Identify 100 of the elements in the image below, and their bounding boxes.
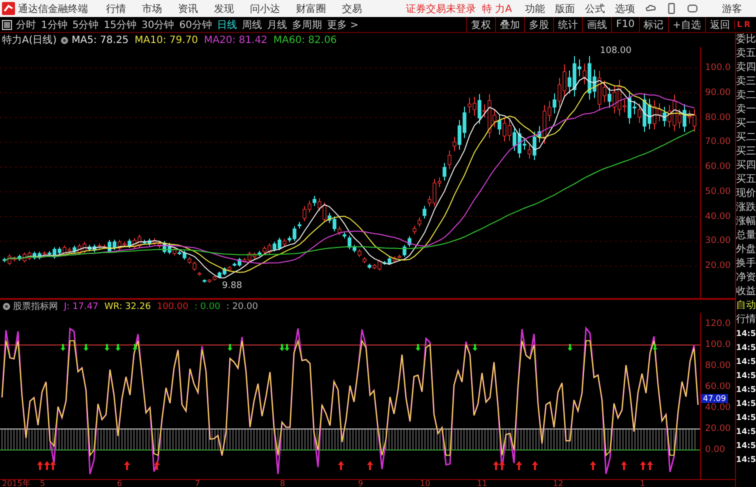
trade-time: 14:5 xyxy=(736,370,756,382)
chart-title: 特力A(日线) xyxy=(2,34,57,47)
period-tab[interactable]: 日线 xyxy=(216,18,237,32)
date-label: 2015年 xyxy=(2,480,30,487)
period-tab[interactable]: 60分钟 xyxy=(179,18,212,32)
indicator-value: J: 17.47 xyxy=(64,302,98,312)
auto-label[interactable]: 自动 xyxy=(736,299,756,313)
quote-label: 买三 xyxy=(736,145,756,159)
trade-time: 14:5 xyxy=(736,426,756,438)
current-value-label: 47.09 xyxy=(701,394,728,402)
toolbar-button[interactable]: 复权 xyxy=(466,17,496,32)
toolbar-button[interactable]: 画线 xyxy=(582,17,612,32)
ma-legend-value: MA10: 79.70 xyxy=(134,34,198,46)
quote-label: 委比 xyxy=(736,33,756,47)
axis-label: 40.00 xyxy=(705,403,731,413)
panel-toggle-icon[interactable] xyxy=(2,20,12,30)
axis-label: 20.00 xyxy=(705,424,731,434)
stock-name: 特 力A xyxy=(482,2,512,16)
cloud-icon[interactable] xyxy=(645,3,656,14)
axis-label: 100.0 xyxy=(705,63,731,73)
trade-time: 14:5 xyxy=(736,398,756,410)
period-tab[interactable]: 多周期 xyxy=(292,18,322,32)
axis-label: 90.00 xyxy=(705,88,731,98)
message-icon[interactable] xyxy=(687,3,698,14)
trade-time: 14:5 xyxy=(736,356,756,368)
period-tab[interactable]: 分时 xyxy=(16,18,36,32)
section-label[interactable]: 行情 xyxy=(736,313,756,327)
low-price-label: 9.88 xyxy=(222,281,242,291)
toolbar-button[interactable]: 返回 xyxy=(705,17,734,32)
indicator-name: 股票指标网 xyxy=(13,300,58,313)
quote-label: 卖五 xyxy=(736,47,756,61)
menu-item[interactable]: 发现 xyxy=(214,2,234,16)
period-tab[interactable]: 月线 xyxy=(266,18,287,32)
quote-label: 卖一 xyxy=(736,103,756,117)
phone-icon[interactable] xyxy=(666,3,677,14)
toolbar-button[interactable]: 统计 xyxy=(553,17,582,32)
axis-label: 40.00 xyxy=(705,212,731,222)
axis-label: 0.00 xyxy=(705,445,726,455)
quote-label: 外盘 xyxy=(736,243,756,257)
axis-label: 30.00 xyxy=(705,236,731,246)
toolbar-button[interactable]: 多股 xyxy=(524,17,554,32)
app-logo-icon[interactable] xyxy=(2,2,15,15)
axis-label: 60.00 xyxy=(705,382,731,392)
axis-label: 80.00 xyxy=(705,361,731,371)
period-tab[interactable]: 1分钟 xyxy=(41,18,68,32)
period-tab[interactable]: 15分钟 xyxy=(104,18,136,32)
trade-time: 14:5 xyxy=(736,342,756,354)
date-label: 11 xyxy=(477,480,488,487)
quote-label: 净资 xyxy=(736,271,756,285)
quote-label: 卖二 xyxy=(736,89,756,103)
period-tab[interactable]: 5分钟 xyxy=(72,18,99,32)
menu-item[interactable]: 版面 xyxy=(555,2,575,16)
quote-label: 买一 xyxy=(736,117,756,131)
menu-item[interactable]: 问小达 xyxy=(250,2,280,16)
date-label: 10 xyxy=(420,480,430,487)
indicator-value: : 20.00 xyxy=(226,302,258,312)
indicator-value: : 0.00 xyxy=(194,302,220,312)
quote-label: 买二 xyxy=(736,131,756,145)
period-tab[interactable]: 周线 xyxy=(242,18,262,32)
ma-legend-value: MA5: 78.25 xyxy=(72,34,129,46)
quote-label: 涨幅 xyxy=(736,215,756,229)
axis-label: 20.00 xyxy=(705,261,731,271)
side-switch-right[interactable]: R xyxy=(744,20,750,29)
quote-label: 总量 xyxy=(736,229,756,243)
trade-time: 14:5 xyxy=(736,440,756,452)
date-label: 8 xyxy=(280,480,286,487)
side-switch-left[interactable]: L xyxy=(737,20,742,29)
axis-label: 100.0 xyxy=(705,340,731,350)
menu-item[interactable]: 交易 xyxy=(342,2,362,16)
menu-item[interactable]: 公式 xyxy=(585,2,605,16)
menu-item[interactable]: 行情 xyxy=(106,2,126,16)
toolbar-button[interactable]: 标记 xyxy=(638,17,668,32)
quote-label: 换手 xyxy=(736,257,756,271)
toolbar-button[interactable]: 叠加 xyxy=(495,17,524,32)
settings-icon[interactable] xyxy=(60,36,69,44)
menu-item[interactable]: 选项 xyxy=(615,2,635,16)
ma-legend-value: MA20: 81.42 xyxy=(204,34,268,46)
period-tab[interactable]: 更多 > xyxy=(326,18,359,32)
user-name[interactable]: 游客 xyxy=(722,2,742,16)
date-label: 1 xyxy=(640,480,646,487)
quote-label: 卖三 xyxy=(736,75,756,89)
toolbar-button[interactable]: +自选 xyxy=(668,17,705,32)
period-tab[interactable]: 30分钟 xyxy=(141,18,174,32)
axis-label: 80.00 xyxy=(705,112,731,122)
quote-label: 收益 xyxy=(736,285,756,299)
trade-time: 14:5 xyxy=(736,328,756,340)
axis-label: 70.00 xyxy=(705,137,731,148)
quote-label: 买五 xyxy=(736,173,756,187)
menu-item[interactable]: 财富圈 xyxy=(296,2,326,16)
login-status[interactable]: 证券交易未登录 xyxy=(406,2,476,16)
trade-time: 14:5 xyxy=(736,384,756,396)
settings-icon[interactable] xyxy=(2,302,11,311)
indicator-value: 100.00 xyxy=(156,302,188,312)
toolbar-button[interactable]: F10 xyxy=(611,17,639,32)
menu-item[interactable]: 市场 xyxy=(142,2,162,16)
date-label: 6 xyxy=(117,480,122,487)
quote-label: 现价 xyxy=(736,187,756,201)
menu-item[interactable]: 资讯 xyxy=(178,2,198,16)
menu-item[interactable]: 功能 xyxy=(525,2,545,16)
quote-label: 涨跌 xyxy=(736,201,756,215)
